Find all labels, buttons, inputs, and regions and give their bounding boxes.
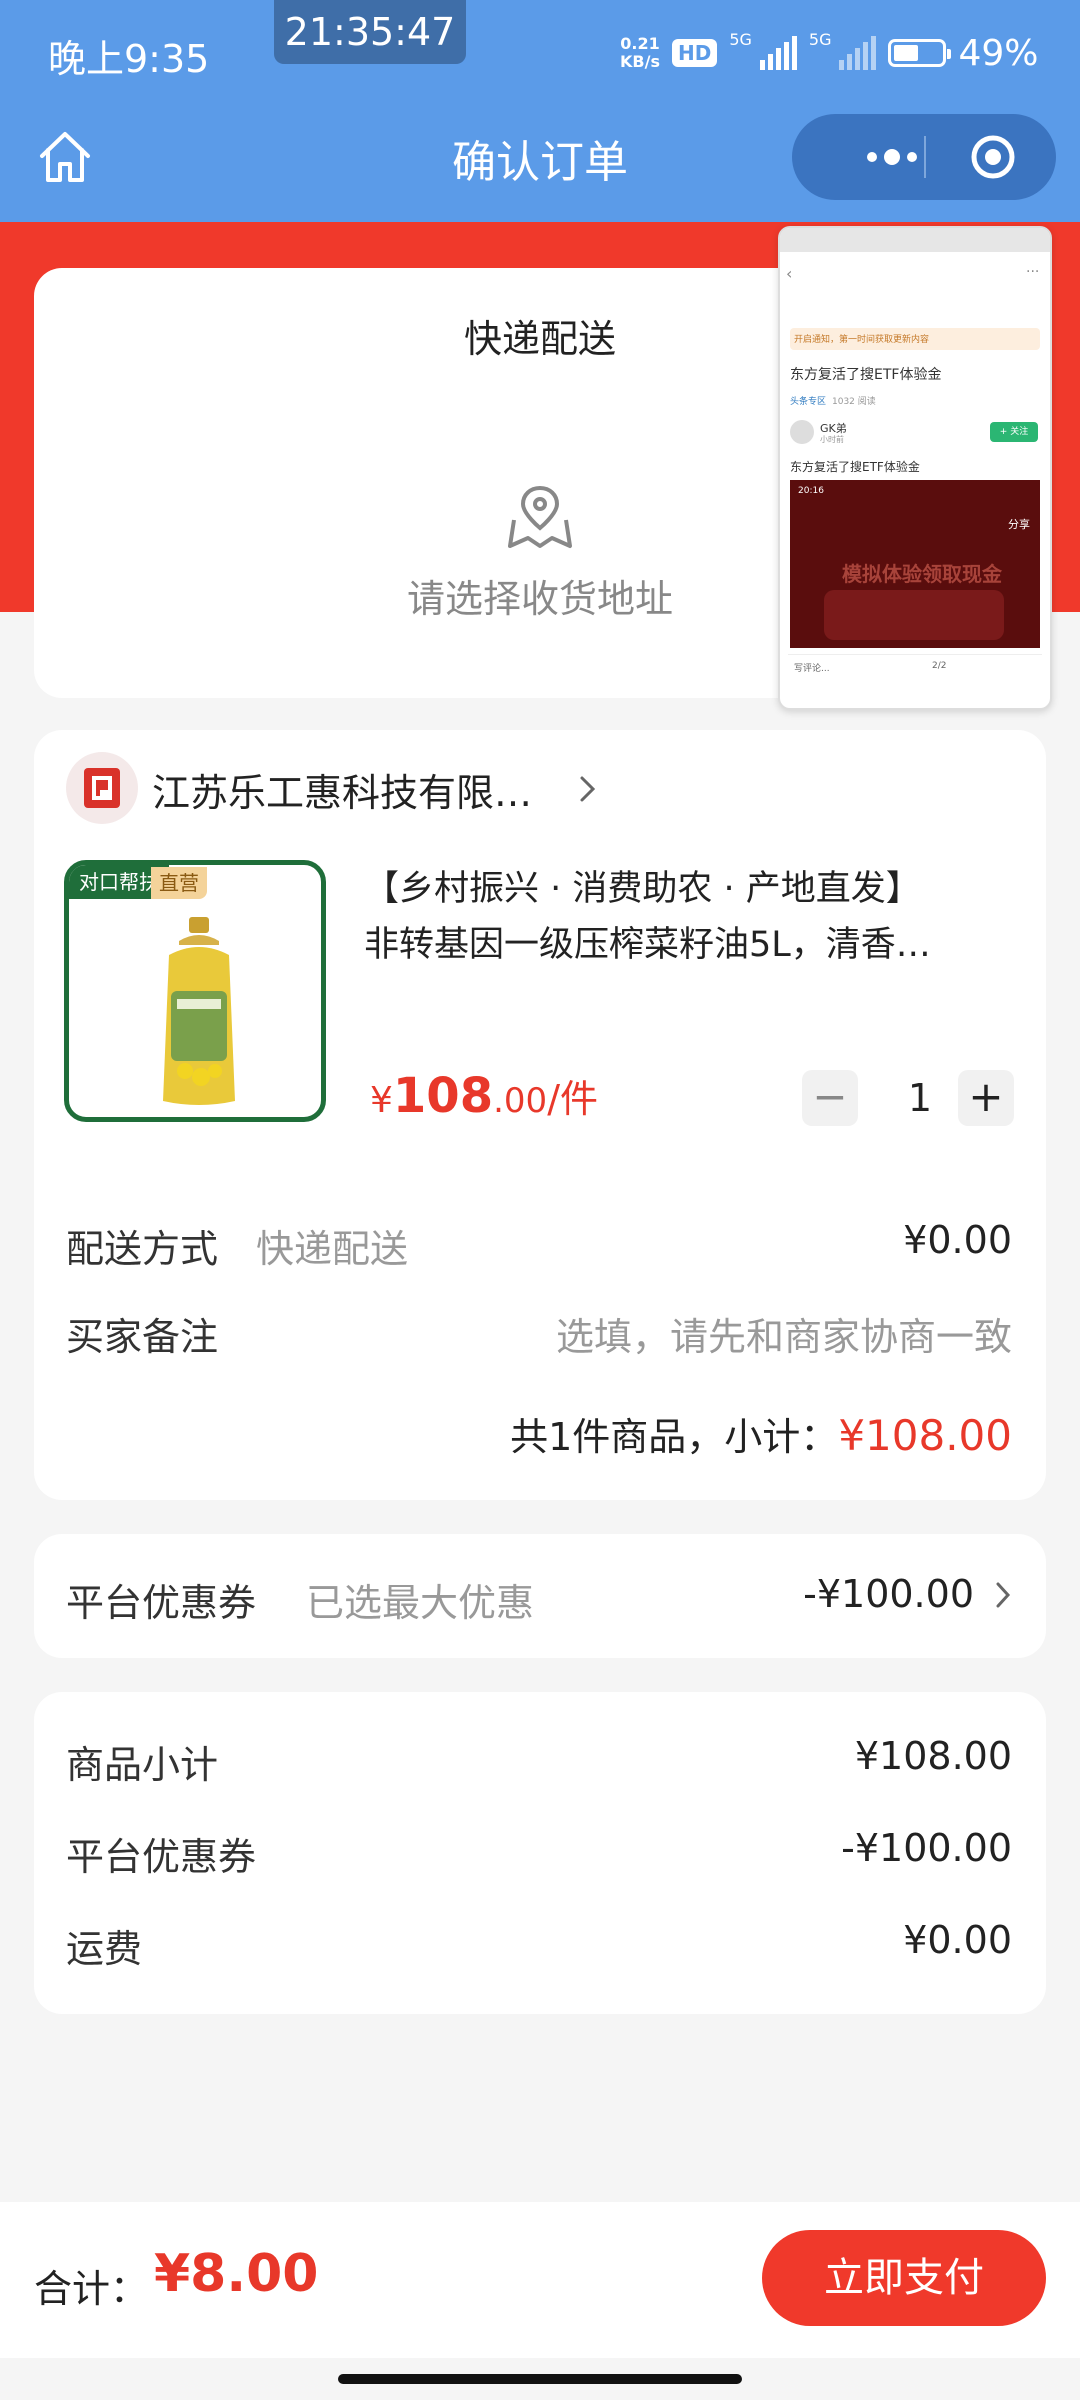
- battery-percent: 49%: [958, 32, 1039, 74]
- pip-title: 东方复活了搜ETF体验金: [790, 367, 942, 383]
- buyer-note-input[interactable]: 选填，请先和商家协商一致: [556, 1306, 1012, 1361]
- summary-row-label: 商品小计: [66, 1743, 219, 1787]
- pip-more-icon[interactable]: ···: [1026, 264, 1039, 280]
- network-speed: 0.21 KB/s: [620, 34, 660, 71]
- price-summary-card: 商品小计 ¥108.00 平台优惠券 -¥100.00 运费 ¥0.00: [34, 1692, 1046, 2014]
- summary-row-value: ¥108.00: [854, 1734, 1012, 1778]
- pip-body: 东方复活了搜ETF体验金: [790, 460, 920, 474]
- product-price: ¥108.00/件: [370, 1068, 598, 1124]
- coupon-label: 平台优惠券: [66, 1581, 257, 1625]
- hd-icon: HD: [671, 39, 718, 67]
- quantity-decrease-button[interactable]: −: [802, 1070, 858, 1126]
- buyer-note-label: 买家备注: [66, 1315, 219, 1359]
- more-icon[interactable]: [828, 114, 948, 200]
- product-image[interactable]: 对口帮扶 直营: [64, 860, 326, 1122]
- quantity-value: 1: [907, 1076, 933, 1120]
- shop-subtotal-amount: ¥108.00: [838, 1411, 1012, 1460]
- pip-shot-card: [824, 590, 1004, 640]
- floating-window[interactable]: ‹ ··· 开启通知，第一时间获取更新内容 东方复活了搜ETF体验金 头条专区 …: [778, 226, 1052, 710]
- summary-row-label: 运费: [66, 1927, 143, 1971]
- close-target-icon[interactable]: [968, 132, 1018, 182]
- shop-subtotal: 共1件商品，小计：¥108.00: [510, 1411, 1012, 1460]
- coupon-hint: 已选最大优惠: [306, 1581, 535, 1625]
- signal-label-2: 5G: [808, 30, 832, 49]
- status-time: 晚上9:35: [48, 37, 210, 81]
- pip-back-icon[interactable]: ‹: [786, 264, 792, 283]
- checkout-footer: 合计： ¥8.00 立即支付: [0, 2202, 1080, 2358]
- status-icons: 0.21 KB/s HD 5G 5G 49%: [620, 30, 1038, 76]
- shop-name[interactable]: 江苏乐工惠科技有限…: [152, 762, 532, 817]
- shipping-fee: ¥0.00: [903, 1218, 1012, 1262]
- pip-follow-button[interactable]: + 关注: [990, 422, 1038, 442]
- pip-banner-text: 开启通知，第一时间获取更新内容: [794, 335, 930, 345]
- summary-row-value: -¥100.00: [841, 1826, 1012, 1870]
- pip-shot-headline: 模拟体验领取现金: [842, 562, 1002, 586]
- signal-label-1: 5G: [729, 30, 752, 49]
- product-title-line1[interactable]: 【乡村振兴 · 消费助农 · 产地直发】: [364, 860, 921, 911]
- mini-program-capsule: [792, 114, 1056, 200]
- pip-shot-time: 20:16: [798, 486, 824, 496]
- home-icon[interactable]: [36, 128, 94, 186]
- summary-row-value: ¥0.00: [903, 1918, 1012, 1962]
- page-title: 确认订单: [452, 137, 628, 188]
- total-amount: ¥8.00: [154, 2244, 319, 2304]
- pip-shot-share: 分享: [1008, 518, 1030, 531]
- shop-logo: [66, 752, 138, 824]
- signal-icon: [759, 36, 797, 70]
- pip-section: 头条专区: [790, 397, 827, 407]
- pip-top-bar: [780, 228, 1050, 252]
- total-label: 合计：: [34, 2267, 149, 2311]
- shop-card: 江苏乐工惠科技有限… 对口帮扶 直营 【乡村振兴 · 消费助农 · 产地直发】 …: [34, 730, 1046, 1500]
- oil-bottle-image: [163, 917, 235, 1105]
- coupon-value: -¥100.00: [803, 1572, 974, 1616]
- clock-overlay: 21:35:47: [274, 0, 466, 64]
- top-bar: 晚上9:35 21:35:47 0.21 KB/s HD 5G 5G 49% 确…: [0, 0, 1080, 222]
- tag-direct-sale: 直营: [151, 867, 207, 899]
- pip-views: 1032 阅读: [832, 397, 876, 407]
- capsule-divider: [924, 136, 926, 178]
- home-indicator[interactable]: [338, 2374, 742, 2384]
- quantity-increase-button[interactable]: +: [958, 1070, 1014, 1126]
- pip-bottom-bar: 写评论... 2/2: [788, 654, 1042, 683]
- summary-row-label: 平台优惠券: [66, 1835, 257, 1879]
- chevron-right-icon[interactable]: [574, 774, 600, 804]
- pip-page: 2/2: [932, 661, 947, 671]
- product-title-line2[interactable]: 非转基因一级压榨菜籽油5L，清香…: [364, 916, 931, 967]
- shipping-method[interactable]: 快递配送: [256, 1218, 408, 1273]
- map-pin-icon: [508, 485, 572, 548]
- chevron-right-icon[interactable]: [994, 1580, 1012, 1610]
- pip-avatar: [790, 420, 814, 444]
- signal-icon-2: [839, 36, 877, 70]
- coupon-card[interactable]: 平台优惠券 已选最大优惠 -¥100.00: [34, 1534, 1046, 1658]
- pip-screenshot: 20:16 分享 模拟体验领取现金: [790, 480, 1040, 648]
- pip-user-sub: 小时前: [820, 435, 844, 444]
- pip-comment[interactable]: 写评论...: [794, 661, 830, 674]
- battery-icon: [888, 39, 952, 67]
- pay-now-button[interactable]: 立即支付: [762, 2230, 1046, 2326]
- shipping-label: 配送方式: [66, 1227, 219, 1271]
- shop-logo-icon: [84, 768, 120, 808]
